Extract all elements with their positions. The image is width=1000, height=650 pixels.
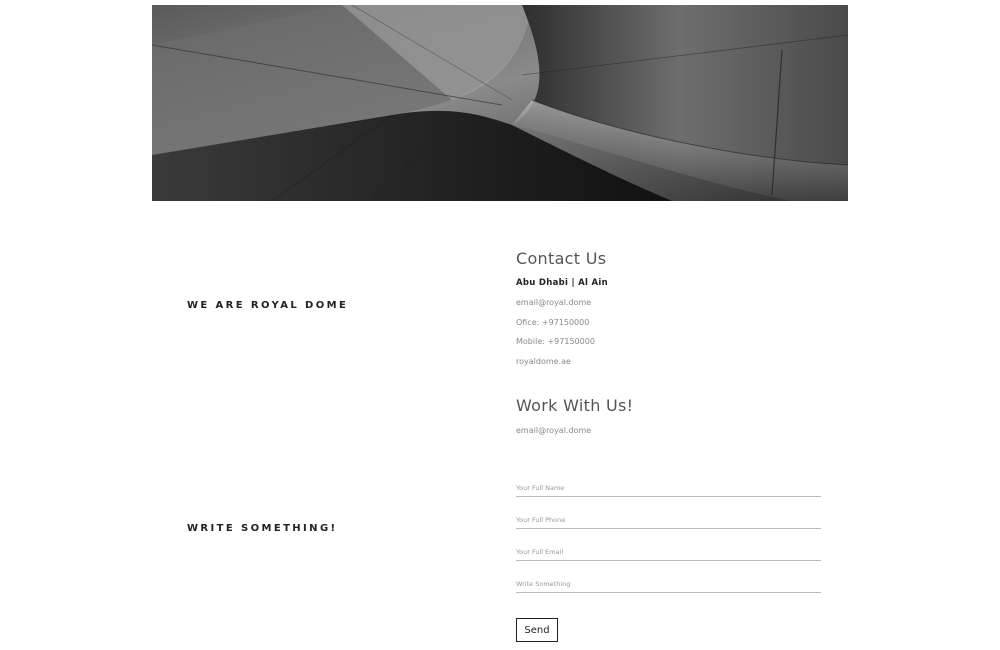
- send-button[interactable]: Send: [516, 618, 558, 642]
- about-heading: WE ARE ROYAL DOME: [187, 300, 349, 311]
- contact-website[interactable]: royaldome.ae: [516, 357, 571, 366]
- hero-image: [152, 5, 848, 201]
- architecture-photo: [152, 5, 848, 201]
- contact-email[interactable]: email@royal.dome: [516, 298, 591, 307]
- contact-mobile-phone: Mobile: +97150000: [516, 337, 595, 346]
- contact-office-phone: Ofice: +97150000: [516, 318, 590, 327]
- full-email-input[interactable]: [516, 544, 821, 561]
- full-phone-input[interactable]: [516, 512, 821, 529]
- work-email[interactable]: email@royal.dome: [516, 426, 591, 435]
- contact-title: Contact Us: [516, 249, 607, 268]
- page: WE ARE ROYAL DOME Contact Us Abu Dhabi |…: [0, 0, 1000, 650]
- form-heading: WRITE SOMETHING!: [187, 523, 338, 534]
- work-title: Work With Us!: [516, 396, 634, 415]
- message-input[interactable]: [516, 576, 821, 593]
- full-name-input[interactable]: [516, 480, 821, 497]
- contact-location: Abu Dhabi | Al Ain: [516, 278, 608, 288]
